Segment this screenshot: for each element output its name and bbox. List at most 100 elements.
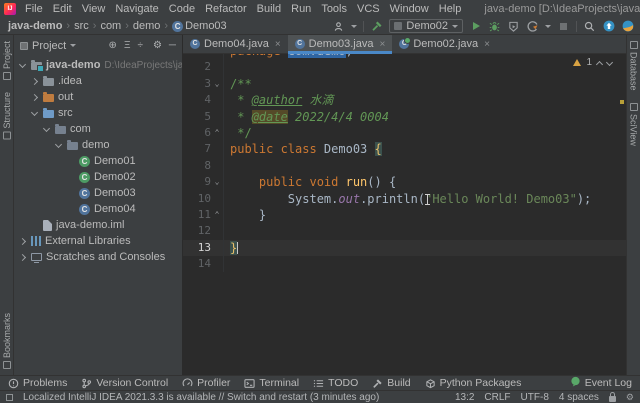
menu-code[interactable]: Code (164, 3, 200, 15)
tree-item-out[interactable]: out (14, 89, 182, 105)
expand-all-icon[interactable]: Ξ (124, 40, 131, 51)
tree-item-external-libraries[interactable]: External Libraries (14, 233, 182, 249)
menu-window[interactable]: Window (385, 3, 434, 15)
tree-item-src[interactable]: src (14, 105, 182, 121)
inspections-widget[interactable]: 1 (573, 57, 614, 68)
tree-arrow-icon[interactable] (30, 77, 39, 85)
gutter-line-10[interactable]: 10 (183, 191, 223, 207)
tree-item-demo[interactable]: demo (14, 137, 182, 153)
breadcrumb-item-src[interactable]: src (72, 20, 91, 32)
user-icon[interactable] (332, 20, 345, 33)
sidebar-item-project[interactable]: Project (2, 35, 12, 86)
toolwindow-todo[interactable]: TODO (313, 377, 358, 389)
tree-arrow-icon[interactable] (30, 108, 39, 116)
lock-icon[interactable] (608, 391, 616, 402)
user-dropdown-icon[interactable] (351, 24, 358, 28)
gutter-line-3[interactable]: 3 ⌄ (183, 76, 223, 92)
gear-icon[interactable]: ⚙ (626, 392, 634, 402)
fold-open-icon[interactable]: ⌄ (211, 76, 223, 92)
close-tab-icon[interactable]: × (380, 39, 386, 50)
gutter-line-8[interactable]: 8 (183, 158, 223, 174)
file-encoding[interactable]: UTF-8 (521, 392, 549, 403)
tree-item-java-demo-iml[interactable]: java-demo.iml (14, 217, 182, 233)
menu-build[interactable]: Build (252, 3, 286, 15)
menu-view[interactable]: View (77, 3, 111, 15)
toolwindow-event-log[interactable]: Event Log (570, 376, 632, 390)
project-view-dropdown-icon[interactable] (70, 44, 77, 47)
sidebar-item-structure[interactable]: Structure (2, 86, 12, 146)
run-button[interactable] (469, 20, 482, 33)
indent-style[interactable]: 4 spaces (559, 392, 599, 403)
gutter-line-7[interactable]: 7 (183, 141, 223, 157)
line-ending[interactable]: CRLF (484, 392, 510, 403)
toolwindow-version-control[interactable]: Version Control (81, 377, 168, 389)
run-configuration-select[interactable]: Demo02 (389, 19, 463, 33)
tree-item-demo02[interactable]: C Demo02 (14, 169, 182, 185)
toolwindow-build[interactable]: Build (372, 377, 411, 389)
toolwindow-problems[interactable]: Problems (8, 377, 67, 389)
toolwindow-profiler[interactable]: Profiler (182, 377, 230, 389)
menu-file[interactable]: File (20, 3, 48, 15)
breadcrumb-item-com[interactable]: com (98, 20, 123, 32)
menu-tools[interactable]: Tools (316, 3, 352, 15)
close-tab-icon[interactable]: × (484, 39, 490, 50)
tree-arrow-icon[interactable] (30, 93, 39, 101)
tab-demo03-java[interactable]: C Demo03.java × (287, 35, 393, 54)
sidebar-item-sciview[interactable]: SciView (629, 97, 639, 152)
tree-item-scratches-and-consoles[interactable]: Scratches and Consoles (14, 249, 182, 265)
prev-warning-icon[interactable] (595, 60, 604, 68)
tab-demo04-java[interactable]: C Demo04.java × (183, 35, 288, 53)
fold-open-icon[interactable]: ⌄ (211, 174, 223, 190)
gutter-line-2[interactable]: 2 (183, 59, 223, 75)
error-stripe-warning-mark[interactable] (620, 100, 624, 104)
tree-arrow-icon[interactable] (42, 124, 51, 132)
fold-close-icon[interactable]: ⌃ (211, 207, 223, 223)
search-everywhere-icon[interactable] (583, 20, 596, 33)
tree-item--idea[interactable]: .idea (14, 73, 182, 89)
gutter-line-12[interactable]: 12 (183, 223, 223, 239)
status-message[interactable]: Localized IntelliJ IDEA 2021.3.3 is avai… (23, 392, 379, 403)
select-opened-file-icon[interactable]: ⊕ (109, 40, 117, 51)
gutter-line-4[interactable]: 4 (183, 92, 223, 108)
menu-edit[interactable]: Edit (48, 3, 77, 15)
menu-help[interactable]: Help (434, 3, 467, 15)
hide-panel-icon[interactable]: ─ (169, 40, 176, 51)
next-warning-icon[interactable] (605, 58, 614, 67)
fold-close-icon[interactable]: ⌃ (211, 125, 223, 141)
tree-arrow-icon[interactable] (18, 60, 27, 68)
gutter-line-13[interactable]: 13 (183, 240, 223, 256)
debug-button[interactable] (488, 20, 501, 33)
project-panel-title[interactable]: Project (32, 40, 66, 52)
plugin-update-icon[interactable] (621, 20, 634, 33)
profiler-button[interactable] (526, 20, 539, 33)
close-tab-icon[interactable]: × (275, 39, 281, 50)
caret-position[interactable]: 13:2 (455, 392, 474, 403)
profiler-dropdown-icon[interactable] (545, 24, 551, 28)
menu-navigate[interactable]: Navigate (110, 3, 163, 15)
update-available-icon[interactable] (602, 20, 615, 33)
breadcrumb-item-demo[interactable]: demo (131, 20, 163, 32)
menu-run[interactable]: Run (286, 3, 316, 15)
toolwindow-python-packages[interactable]: Python Packages (425, 377, 521, 389)
gutter-line-14[interactable]: 14 (183, 256, 223, 272)
menu-vcs[interactable]: VCS (352, 3, 385, 15)
tree-arrow-icon[interactable] (18, 253, 27, 261)
menu-refactor[interactable]: Refactor (200, 3, 252, 15)
gutter-line-9[interactable]: 9 ⌄ (183, 174, 223, 190)
tree-item-demo01[interactable]: C Demo01 (14, 153, 182, 169)
run-with-coverage-button[interactable] (507, 20, 520, 33)
sidebar-item-bookmarks[interactable]: Bookmarks (2, 307, 12, 375)
gutter-line-6[interactable]: 6 ⌃ (183, 125, 223, 141)
tree-item-demo03[interactable]: C Demo03 (14, 185, 182, 201)
breadcrumb-item-demo03[interactable]: Demo03 (183, 20, 229, 32)
toolwindow-terminal[interactable]: Terminal (244, 377, 299, 389)
gutter-line-11[interactable]: 11 ⌃ (183, 207, 223, 223)
tree-arrow-icon[interactable] (18, 237, 27, 245)
breadcrumb-item-java-demo[interactable]: java-demo (6, 20, 64, 32)
tree-item-demo04[interactable]: C Demo04 (14, 201, 182, 217)
code-editor[interactable]: 1package com.demo;23⌄/**4 * @author 水滴5 … (183, 54, 626, 375)
tree-item-java-demo[interactable]: java-demo D:\IdeaProjects\java-demo (14, 57, 182, 73)
tree-item-com[interactable]: com (14, 121, 182, 137)
tab-demo02-java[interactable]: C Demo02.java × (392, 35, 497, 53)
tree-arrow-icon[interactable] (54, 140, 63, 148)
